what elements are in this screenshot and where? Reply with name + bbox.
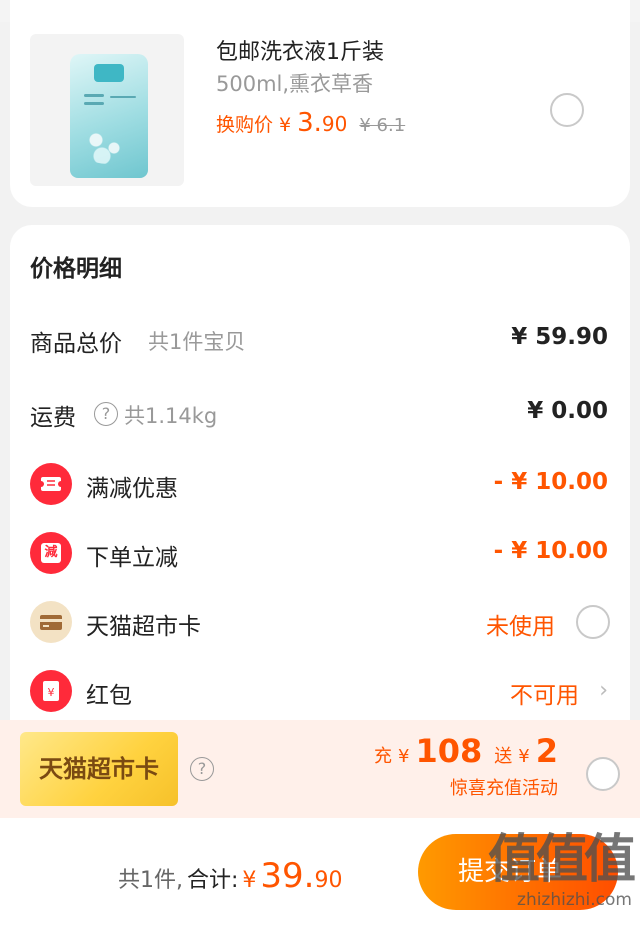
recharge-radio[interactable] (586, 757, 620, 791)
order-discount-row: 減 下单立减 - ¥ 10.00 (10, 528, 630, 578)
price-label: 换购价 (216, 114, 274, 136)
red-packet-label: 红包 (86, 683, 132, 709)
watermark-url: zhizhizhi.com (517, 890, 632, 910)
product-title[interactable]: 包邮洗衣液1斤装 (216, 34, 384, 66)
product-card[interactable]: 包邮洗衣液1斤装 500ml,熏衣草香 换购价 ¥ 3. 90 ¥ 6.1 (10, 0, 630, 207)
red-packet-status: 不可用 (510, 683, 579, 709)
order-discount-amount: - ¥ 10.00 (493, 538, 608, 564)
pouch-text-line (110, 96, 136, 98)
total-decimal: 90 (314, 868, 343, 893)
ticket-icon (30, 463, 72, 505)
currency-symbol: ¥ (518, 746, 530, 767)
svg-text:¥: ¥ (48, 686, 55, 699)
price-decimal: 90 (321, 112, 348, 136)
site-watermark: 值值值 zhizhizhi.com (482, 828, 636, 924)
item-count: 共1件, (118, 868, 183, 893)
goods-total-label: 商品总价 (30, 331, 122, 357)
order-total: 共1件, 合计: ¥ 39. 90 (118, 856, 343, 896)
total-label: 合计: (187, 868, 239, 893)
currency-symbol: ¥ (398, 746, 410, 767)
product-price: 换购价 ¥ 3. 90 ¥ 6.1 (216, 108, 405, 138)
full-discount-amount: - ¥ 10.00 (493, 469, 608, 495)
original-price: ¥ 6.1 (359, 115, 406, 136)
goods-total-amount: ¥ 59.90 (511, 324, 608, 350)
goods-total-sub: 共1件宝贝 (148, 330, 246, 354)
product-image[interactable] (30, 34, 184, 186)
discount-badge-char: 減 (44, 545, 58, 560)
full-discount-row: 满减优惠 - ¥ 10.00 (10, 459, 630, 509)
gift-label: 送 (494, 746, 513, 767)
shipping-weight: 共1.14kg (124, 404, 218, 428)
bubbles-decoration (78, 124, 138, 164)
tmall-card-row[interactable]: 天猫超市卡 未使用 (10, 597, 630, 647)
watermark-logo: 值值值 (487, 830, 636, 890)
total-integer: 39. (260, 856, 315, 896)
card-icon (30, 601, 72, 643)
tmall-card-status: 未使用 (486, 614, 555, 640)
brand-logo-icon (94, 64, 124, 82)
red-packet-icon: ¥ (30, 670, 72, 712)
charge-label: 充 (374, 746, 393, 767)
full-discount-label: 满减优惠 (86, 476, 178, 502)
help-icon[interactable]: ? (94, 402, 118, 426)
shipping-amount: ¥ 0.00 (527, 398, 608, 424)
currency-symbol: ¥ (242, 868, 257, 893)
goods-total-row: 商品总价 共1件宝贝 ¥ 59.90 (10, 314, 630, 364)
activity-label: 惊喜充值活动 (450, 778, 558, 799)
help-icon[interactable]: ? (190, 757, 214, 781)
section-title: 价格明细 (30, 256, 122, 282)
pouch-text-line (84, 102, 104, 105)
tmall-card-label: 天猫超市卡 (86, 614, 201, 640)
currency-symbol: ¥ (279, 114, 292, 136)
price-detail-card: 价格明细 商品总价 共1件宝贝 ¥ 59.90 运费 ? 共1.14kg ¥ 0… (10, 225, 630, 765)
tmall-card-radio[interactable] (576, 605, 610, 639)
discount-badge-icon: 減 (30, 532, 72, 574)
tmall-card-badge[interactable]: 天猫超市卡 (20, 732, 178, 806)
product-spec: 500ml,熏衣草香 (216, 72, 374, 96)
detergent-pouch-illustration (70, 54, 148, 178)
pouch-text-line (84, 94, 104, 97)
order-discount-label: 下单立减 (86, 545, 178, 571)
shipping-label: 运费 (30, 405, 76, 431)
red-packet-row[interactable]: ¥ 红包 不可用 › (10, 666, 630, 716)
gift-amount: 2 (535, 732, 558, 770)
recharge-offer[interactable]: 充 ¥ 108 送 ¥ 2 惊喜充值活动 (374, 732, 558, 800)
chevron-right-icon[interactable]: › (599, 678, 608, 703)
charge-amount: 108 (415, 732, 483, 770)
price-integer: 3. (297, 108, 322, 138)
shipping-row: 运费 ? 共1.14kg ¥ 0.00 (10, 388, 630, 438)
product-select-radio[interactable] (550, 93, 584, 127)
recharge-promo-bar: 天猫超市卡 ? 充 ¥ 108 送 ¥ 2 惊喜充值活动 (0, 720, 640, 818)
